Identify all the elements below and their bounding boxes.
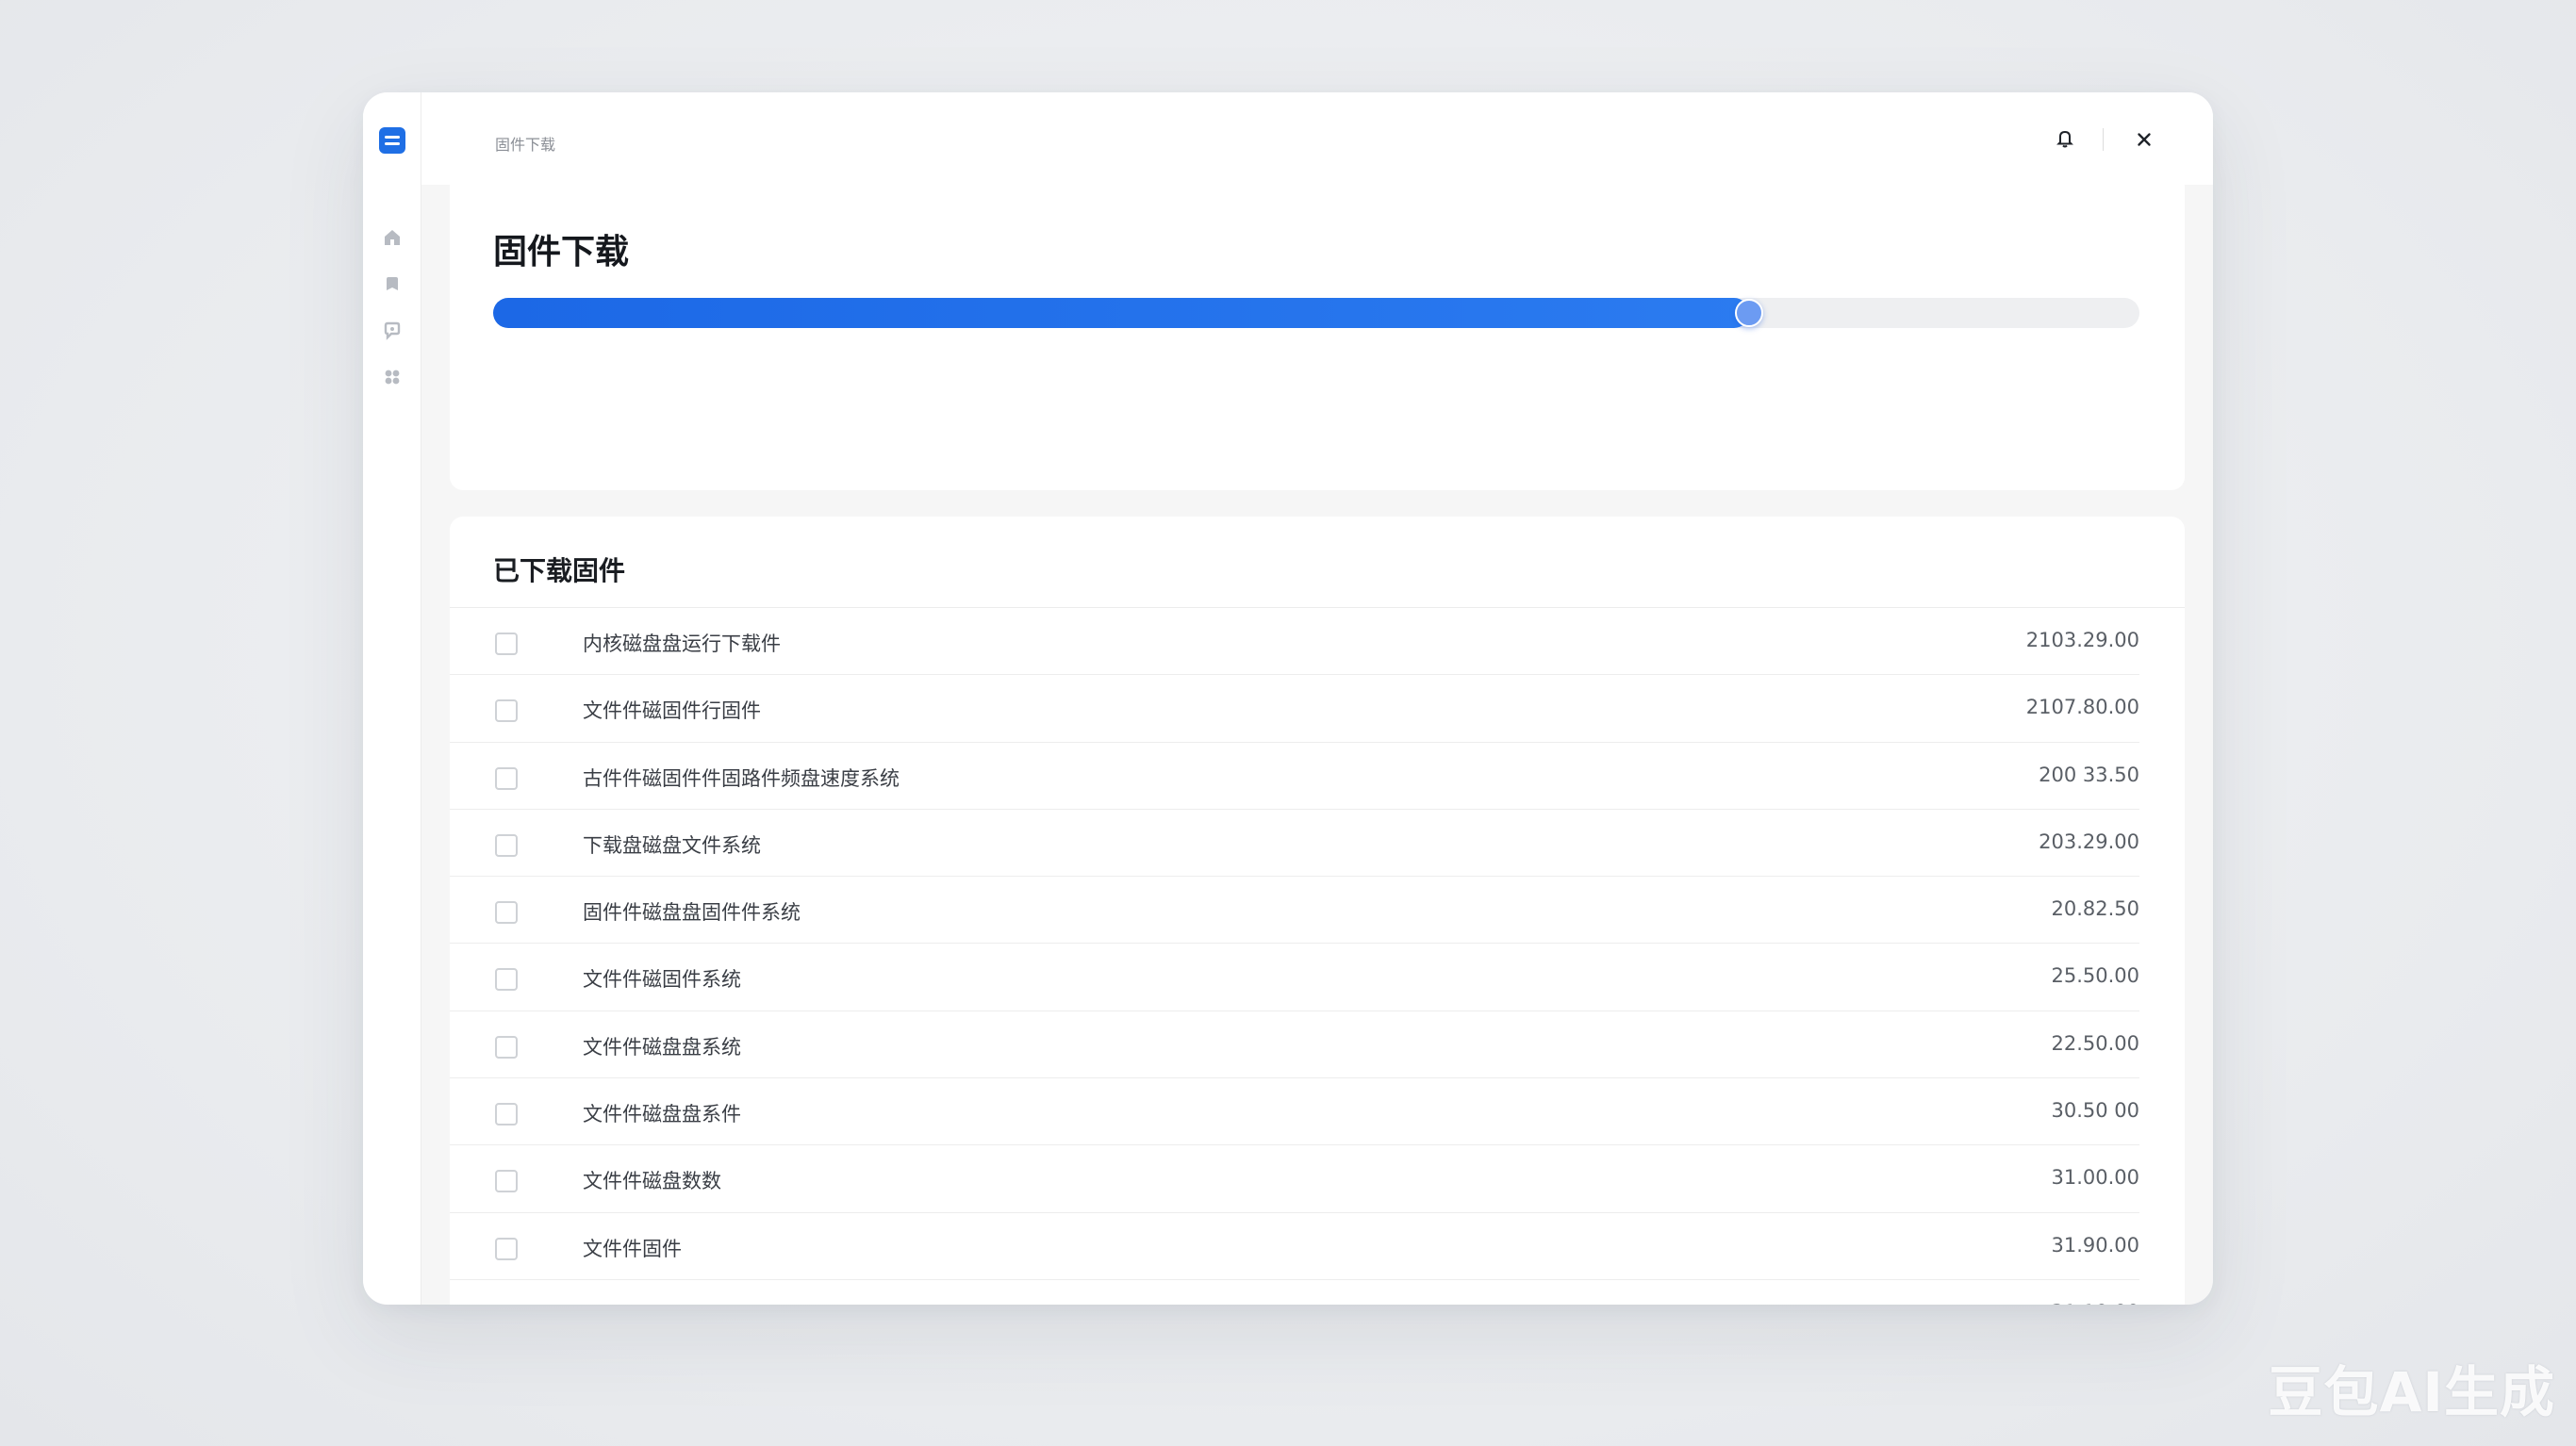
row-checkbox[interactable] bbox=[495, 1035, 518, 1059]
tag-icon[interactable] bbox=[381, 272, 404, 295]
firmware-name: 古件件磁固件件固路件频盘速度系统 bbox=[583, 766, 900, 790]
download-progress-bar bbox=[493, 298, 2139, 328]
table-row[interactable]: 文件件磁盘盘系件 30.50 00 bbox=[450, 1078, 2139, 1146]
firmware-name: 文件件磁固件行固件 bbox=[583, 699, 761, 723]
sidebar bbox=[363, 92, 421, 1305]
close-icon[interactable] bbox=[2132, 127, 2156, 152]
row-checkbox[interactable] bbox=[495, 1237, 518, 1260]
downloaded-firmware-card: 已下载固件 内核磁盘盘运行下载件 2103.29.00 文件件磁固件行固件 2107.… bbox=[450, 517, 2185, 1305]
home-icon[interactable] bbox=[381, 226, 404, 249]
firmware-size: 31.90.00 bbox=[2051, 1233, 2139, 1257]
download-card: 固件下载 bbox=[450, 185, 2185, 490]
firmware-name: 文件件磁固件系统 bbox=[583, 968, 741, 992]
firmware-name: 固件件磁盘盘固件件系统 bbox=[583, 901, 801, 925]
chat-icon[interactable] bbox=[381, 320, 404, 342]
download-progress-fill bbox=[493, 298, 1750, 328]
table-row[interactable]: 内核磁盘盘运行下载件 2103.29.00 bbox=[450, 608, 2139, 676]
page-title: 固件下载 bbox=[493, 233, 630, 271]
row-checkbox[interactable] bbox=[495, 766, 518, 790]
row-checkbox[interactable] bbox=[495, 901, 518, 925]
row-checkbox[interactable] bbox=[495, 699, 518, 723]
row-checkbox[interactable] bbox=[495, 833, 518, 857]
firmware-size: 200 33.50 bbox=[2039, 763, 2139, 786]
title-bar: 固件下载 bbox=[421, 92, 2213, 185]
watermark-logo: 豆包AI生成 bbox=[2268, 1360, 2555, 1424]
firmware-name: 文件件磁盘盘系统 bbox=[583, 1035, 741, 1059]
titlebar-divider bbox=[2103, 128, 2104, 151]
row-checkbox[interactable] bbox=[495, 1170, 518, 1193]
table-row[interactable]: 古件件磁固件件固路件频盘速度系统 200 33.50 bbox=[450, 743, 2139, 810]
app-logo-icon[interactable] bbox=[379, 127, 405, 154]
firmware-name: 内核磁盘盘运行下载件 bbox=[583, 633, 781, 655]
firmware-name: 下载盘磁盘文件系统 bbox=[583, 833, 761, 857]
table-row[interactable]: 下载盘磁盘文件系统 203.29.00 bbox=[450, 810, 2139, 878]
download-progress-handle[interactable] bbox=[1735, 299, 1764, 327]
firmware-size: 30.50 00 bbox=[2051, 1099, 2139, 1123]
breadcrumb: 固件下载 bbox=[495, 136, 556, 154]
table-row[interactable]: 文件固件固件 31.10.00 bbox=[450, 1280, 2139, 1305]
firmware-size: 31.10.00 bbox=[2051, 1301, 2139, 1305]
table-row[interactable]: 固件件磁盘盘固件件系统 20.82.50 bbox=[450, 877, 2139, 945]
firmware-size: 2103.29.00 bbox=[2025, 629, 2139, 651]
table-row[interactable]: 文件件磁盘盘系统 22.50.00 bbox=[450, 1011, 2139, 1079]
firmware-size: 25.50.00 bbox=[2051, 964, 2139, 988]
row-checkbox[interactable] bbox=[495, 968, 518, 992]
firmware-size: 20.82.50 bbox=[2051, 897, 2139, 921]
grid-icon[interactable] bbox=[381, 366, 404, 388]
app-window: 固件下载 固件下载 已下载固件 内核磁盘盘运行下载件 2103.29.00 文件件磁… bbox=[363, 92, 2213, 1305]
firmware-name: 文件件磁盘数数 bbox=[583, 1170, 721, 1193]
firmware-name: 文件件固件 bbox=[583, 1237, 682, 1260]
table-row[interactable]: 文件件磁盘数数 31.00.00 bbox=[450, 1145, 2139, 1213]
firmware-list: 内核磁盘盘运行下载件 2103.29.00 文件件磁固件行固件 2107.80.00 古… bbox=[450, 608, 2185, 1305]
table-row[interactable]: 文件件磁固件行固件 2107.80.00 bbox=[450, 675, 2139, 743]
bell-icon[interactable] bbox=[2053, 126, 2077, 151]
firmware-name: 文件件磁盘盘系件 bbox=[583, 1103, 741, 1126]
row-checkbox[interactable] bbox=[495, 633, 518, 655]
row-checkbox[interactable] bbox=[495, 1103, 518, 1126]
firmware-size: 203.29.00 bbox=[2039, 830, 2139, 853]
firmware-name: 文件固件固件 bbox=[583, 1301, 702, 1306]
firmware-size: 31.00.00 bbox=[2051, 1166, 2139, 1190]
list-header: 已下载固件 bbox=[493, 555, 626, 586]
firmware-size: 2107.80.00 bbox=[2025, 696, 2139, 719]
table-row[interactable]: 文件件磁固件系统 25.50.00 bbox=[450, 944, 2139, 1011]
firmware-size: 22.50.00 bbox=[2051, 1031, 2139, 1055]
table-row[interactable]: 文件件固件 31.90.00 bbox=[450, 1213, 2139, 1280]
